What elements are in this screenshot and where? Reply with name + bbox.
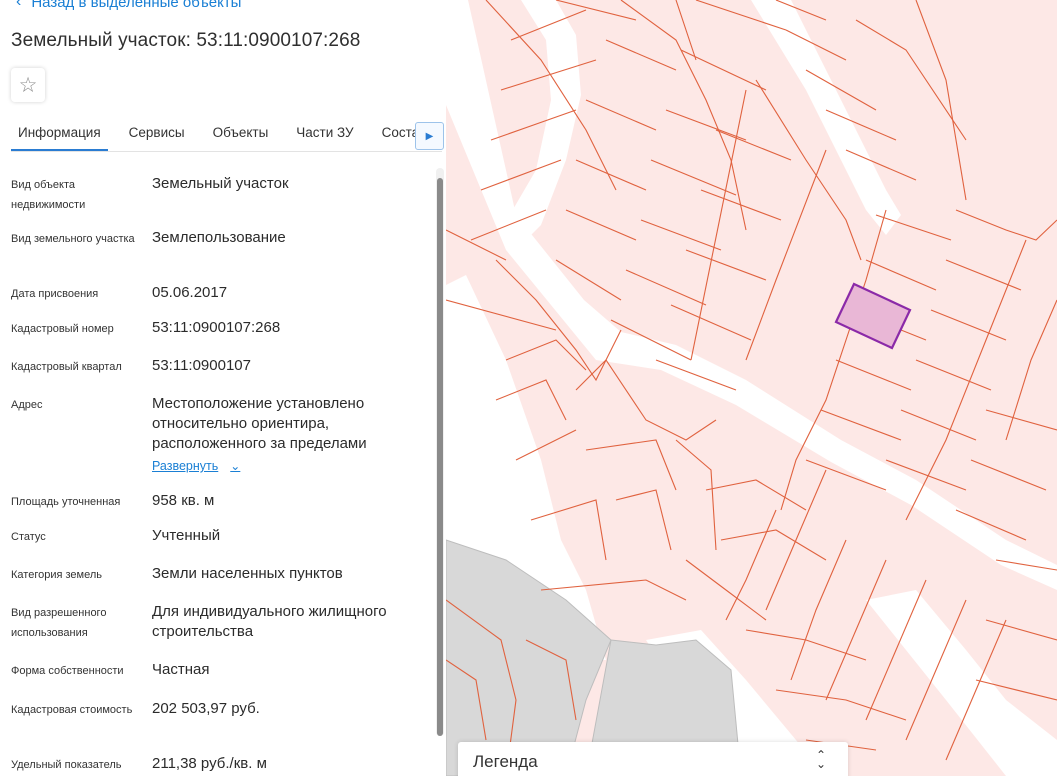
legend-title: Легенда	[473, 752, 538, 771]
cadastral-map[interactable]: Легенда ⌃ ⌄	[446, 0, 1057, 776]
panel-scrollbar[interactable]	[436, 168, 444, 736]
field-label: Дата присвоения	[11, 288, 99, 300]
field-value: 211,38 руб./кв. м	[152, 755, 267, 772]
sort-arrows-icon[interactable]: ⌃ ⌄	[816, 749, 826, 770]
tab-bar: Информация Сервисы Объекты Части ЗУ Сост…	[11, 118, 442, 152]
field-label: Форма собственности	[11, 665, 124, 677]
field-label: Кадастровая стоимость	[11, 704, 133, 716]
favorite-button[interactable]: ☆	[11, 68, 45, 102]
field-label: Кадастровый номер	[11, 323, 114, 335]
field-label: Статус	[11, 531, 46, 543]
legend-panel[interactable]: Легенда ⌃ ⌄	[458, 742, 848, 776]
field-value: Для индивидуального жилищного строительс…	[152, 603, 387, 640]
tab-services[interactable]: Сервисы	[129, 118, 185, 151]
field-value: 05.06.2017	[152, 284, 228, 301]
caret-right-icon: ▶	[425, 130, 434, 142]
field-label: Категория земель	[11, 569, 102, 581]
page-title: Земельный участок: 53:11:0900107:268	[11, 30, 361, 51]
field-label: Вид земельного участка	[11, 233, 135, 245]
field-value: Землепользование	[152, 229, 286, 246]
chevron-left-icon: ‹	[16, 0, 22, 10]
field-label: Площадь уточненная	[11, 496, 121, 508]
back-link-label: Назад в выделенные объекты	[31, 0, 242, 11]
field-value: 958 кв. м	[152, 492, 215, 509]
field-value: Земельный участок	[152, 175, 289, 192]
tab-scroll-button[interactable]: ▶	[415, 122, 444, 150]
tab-parts[interactable]: Части ЗУ	[296, 118, 353, 151]
field-value: 53:11:0900107	[152, 357, 251, 374]
tab-objects[interactable]: Объекты	[213, 118, 269, 151]
tab-info[interactable]: Информация	[11, 118, 108, 151]
scrollbar-thumb[interactable]	[437, 178, 443, 736]
field-value: Земли населенных пунктов	[152, 565, 343, 582]
back-link[interactable]: ‹ Назад в выделенные объекты	[16, 0, 241, 11]
field-label: Удельный показатель	[11, 759, 122, 771]
field-value: 53:11:0900107:268	[152, 319, 281, 336]
address-value: Местоположение установлено относительно …	[152, 395, 367, 452]
expand-link-label: Развернуть	[152, 459, 219, 473]
expand-link[interactable]: Развернуть ⌄	[152, 459, 240, 473]
info-panel: ‹ Назад в выделенные объекты Земельный у…	[0, 0, 446, 776]
field-label: Адрес	[11, 399, 43, 411]
field-label: Кадастровый квартал	[11, 361, 122, 373]
star-outline-icon: ☆	[18, 73, 38, 97]
field-label: Вид разрешенного использования	[11, 607, 107, 639]
map-canvas[interactable]	[446, 0, 1057, 776]
field-value: Частная	[152, 661, 210, 678]
field-value: Учтенный	[152, 527, 221, 544]
field-label: Вид объекта недвижимости	[11, 179, 86, 211]
field-value: 202 503,97 руб.	[152, 700, 260, 717]
chevron-down-icon: ⌄	[230, 459, 241, 473]
tabs-divider	[11, 151, 442, 152]
